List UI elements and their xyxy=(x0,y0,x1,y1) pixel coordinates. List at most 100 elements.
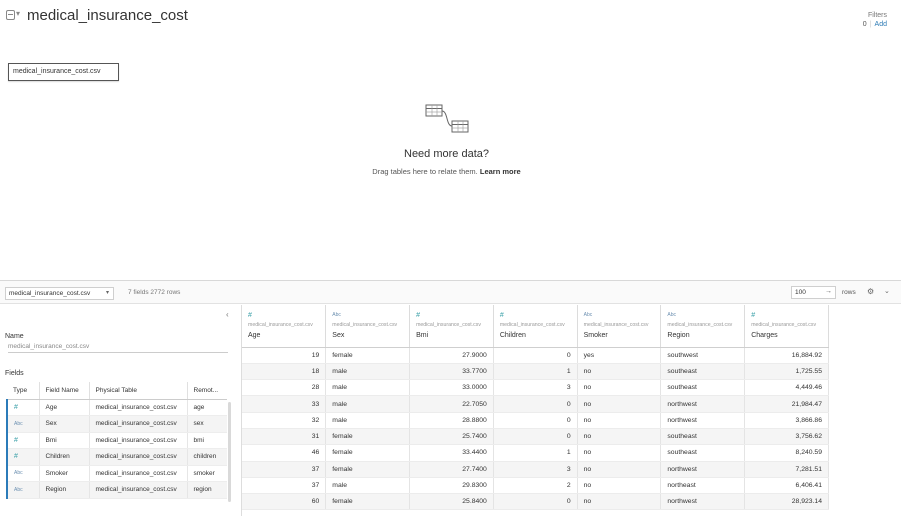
grid-cell-region[interactable]: northwest xyxy=(660,493,746,511)
grid-cell-children[interactable]: 0 xyxy=(493,412,578,429)
grid-cell-age[interactable]: 28 xyxy=(242,379,327,397)
number-type-icon[interactable]: # xyxy=(6,399,40,416)
grid-cell-region[interactable]: northwest xyxy=(660,395,746,413)
learn-more-link[interactable]: Learn more xyxy=(480,167,521,176)
grid-cell-bmi[interactable]: 27.7400 xyxy=(409,461,494,478)
grid-cell-sex[interactable]: female xyxy=(325,461,411,478)
grid-cell-sex[interactable]: male xyxy=(325,412,411,429)
string-type-icon[interactable]: Abc xyxy=(584,312,661,321)
grid-column-header-charges[interactable]: # medical_insurance_cost.csv Charges xyxy=(744,305,829,348)
grid-cell-region[interactable]: northwest xyxy=(660,412,746,429)
grid-cell-region[interactable]: southwest xyxy=(660,347,746,364)
canvas-table-chip[interactable]: medical_insurance_cost.csv xyxy=(8,63,119,81)
grid-cell-sex[interactable]: female xyxy=(325,347,411,364)
column-header-type[interactable]: Type xyxy=(7,382,40,400)
grid-cell-age[interactable]: 19 xyxy=(242,347,327,364)
grid-cell-region[interactable]: northeast xyxy=(660,477,746,495)
grid-cell-charges[interactable]: 28,923.14 xyxy=(744,493,829,511)
grid-cell-sex[interactable]: male xyxy=(325,379,411,397)
string-type-icon[interactable]: Abc xyxy=(6,415,40,433)
grid-column-header-bmi[interactable]: # medical_insurance_cost.csv Bmi xyxy=(409,305,494,348)
grid-cell-children[interactable]: 0 xyxy=(493,395,578,413)
grid-column-header-sex[interactable]: Abc medical_insurance_cost.csv Sex xyxy=(325,305,411,348)
datasource-icon[interactable] xyxy=(6,10,15,20)
field-name[interactable]: Smoker xyxy=(39,465,90,482)
field-row[interactable]: # Children medical_insurance_cost.csv ch… xyxy=(6,448,227,466)
grid-cell-children[interactable]: 0 xyxy=(493,347,578,364)
field-row[interactable]: # Age medical_insurance_cost.csv age xyxy=(6,399,227,416)
grid-cell-age[interactable]: 31 xyxy=(242,428,327,446)
grid-cell-sex[interactable]: female xyxy=(325,493,411,511)
grid-cell-smoker[interactable]: no xyxy=(577,379,662,397)
grid-cell-children[interactable]: 1 xyxy=(493,444,578,462)
field-name[interactable]: Region xyxy=(39,481,90,499)
grid-cell-smoker[interactable]: no xyxy=(577,444,662,462)
grid-cell-sex[interactable]: male xyxy=(325,395,411,413)
grid-cell-age[interactable]: 37 xyxy=(242,477,327,495)
number-type-icon[interactable]: # xyxy=(248,312,325,321)
grid-cell-smoker[interactable]: yes xyxy=(577,347,662,364)
field-row[interactable]: Abc Smoker medical_insurance_cost.csv sm… xyxy=(6,465,227,482)
field-name[interactable]: Bmi xyxy=(39,432,90,449)
datasource-menu-icon[interactable]: ▾ xyxy=(16,9,20,18)
arrow-right-icon[interactable]: → xyxy=(825,288,832,295)
grid-cell-bmi[interactable]: 29.8300 xyxy=(409,477,494,495)
grid-column-header-age[interactable]: # medical_insurance_cost.csv Age xyxy=(242,305,327,348)
grid-cell-charges[interactable]: 8,240.59 xyxy=(744,444,829,462)
grid-column-header-region[interactable]: Abc medical_insurance_cost.csv Region xyxy=(660,305,746,348)
field-name[interactable]: Age xyxy=(39,399,90,416)
column-field-name[interactable]: Bmi xyxy=(416,332,493,339)
grid-cell-smoker[interactable]: no xyxy=(577,428,662,446)
field-row[interactable]: Abc Sex medical_insurance_cost.csv sex xyxy=(6,415,227,433)
grid-cell-bmi[interactable]: 25.8400 xyxy=(409,493,494,511)
grid-cell-smoker[interactable]: no xyxy=(577,363,662,381)
grid-cell-smoker[interactable]: no xyxy=(577,461,662,478)
grid-cell-bmi[interactable]: 33.7700 xyxy=(409,363,494,381)
grid-cell-charges[interactable]: 7,281.51 xyxy=(744,461,829,478)
grid-column-header-smoker[interactable]: Abc medical_insurance_cost.csv Smoker xyxy=(577,305,662,348)
filters-add-link[interactable]: Add xyxy=(875,21,887,28)
string-type-icon[interactable]: Abc xyxy=(6,481,40,499)
grid-cell-region[interactable]: southeast xyxy=(660,428,746,446)
number-type-icon[interactable]: # xyxy=(6,432,40,449)
rows-input[interactable]: 100 → xyxy=(791,286,836,299)
grid-cell-bmi[interactable]: 22.7050 xyxy=(409,395,494,413)
column-field-name[interactable]: Smoker xyxy=(584,332,661,339)
grid-cell-sex[interactable]: female xyxy=(325,444,411,462)
grid-cell-children[interactable]: 0 xyxy=(493,428,578,446)
grid-cell-charges[interactable]: 3,756.62 xyxy=(744,428,829,446)
grid-cell-sex[interactable]: male xyxy=(325,477,411,495)
grid-cell-bmi[interactable]: 28.8800 xyxy=(409,412,494,429)
grid-cell-children[interactable]: 2 xyxy=(493,477,578,495)
name-field[interactable]: medical_insurance_cost.csv xyxy=(8,341,228,353)
grid-cell-age[interactable]: 37 xyxy=(242,461,327,478)
string-type-icon[interactable]: Abc xyxy=(667,312,744,321)
grid-cell-children[interactable]: 0 xyxy=(493,493,578,511)
grid-cell-bmi[interactable]: 33.0000 xyxy=(409,379,494,397)
string-type-icon[interactable]: Abc xyxy=(332,312,409,321)
grid-cell-region[interactable]: southeast xyxy=(660,379,746,397)
string-type-icon[interactable]: Abc xyxy=(6,465,40,482)
fields-scrollbar[interactable] xyxy=(228,402,231,502)
table-select[interactable]: medical_insurance_cost.csv ▾ xyxy=(5,287,114,300)
column-header-field-name[interactable]: Field Name xyxy=(39,382,90,400)
grid-cell-charges[interactable]: 3,866.86 xyxy=(744,412,829,429)
field-row[interactable]: # Bmi medical_insurance_cost.csv bmi xyxy=(6,432,227,449)
number-type-icon[interactable]: # xyxy=(751,312,828,321)
datasource-title[interactable]: medical_insurance_cost xyxy=(27,7,188,24)
grid-cell-region[interactable]: northwest xyxy=(660,461,746,478)
column-field-name[interactable]: Charges xyxy=(751,332,828,339)
grid-cell-age[interactable]: 46 xyxy=(242,444,327,462)
collapse-panel-icon[interactable]: ‹ xyxy=(226,310,229,319)
column-header-remote[interactable]: Remot... xyxy=(187,382,227,400)
grid-cell-age[interactable]: 32 xyxy=(242,412,327,429)
grid-column-header-children[interactable]: # medical_insurance_cost.csv Children xyxy=(493,305,578,348)
grid-cell-bmi[interactable]: 25.7400 xyxy=(409,428,494,446)
chevron-down-icon[interactable]: ⌄ xyxy=(884,287,890,295)
grid-cell-bmi[interactable]: 33.4400 xyxy=(409,444,494,462)
field-name[interactable]: Sex xyxy=(39,415,90,433)
grid-cell-age[interactable]: 60 xyxy=(242,493,327,511)
grid-cell-smoker[interactable]: no xyxy=(577,493,662,511)
grid-cell-age[interactable]: 18 xyxy=(242,363,327,381)
grid-cell-charges[interactable]: 6,406.41 xyxy=(744,477,829,495)
